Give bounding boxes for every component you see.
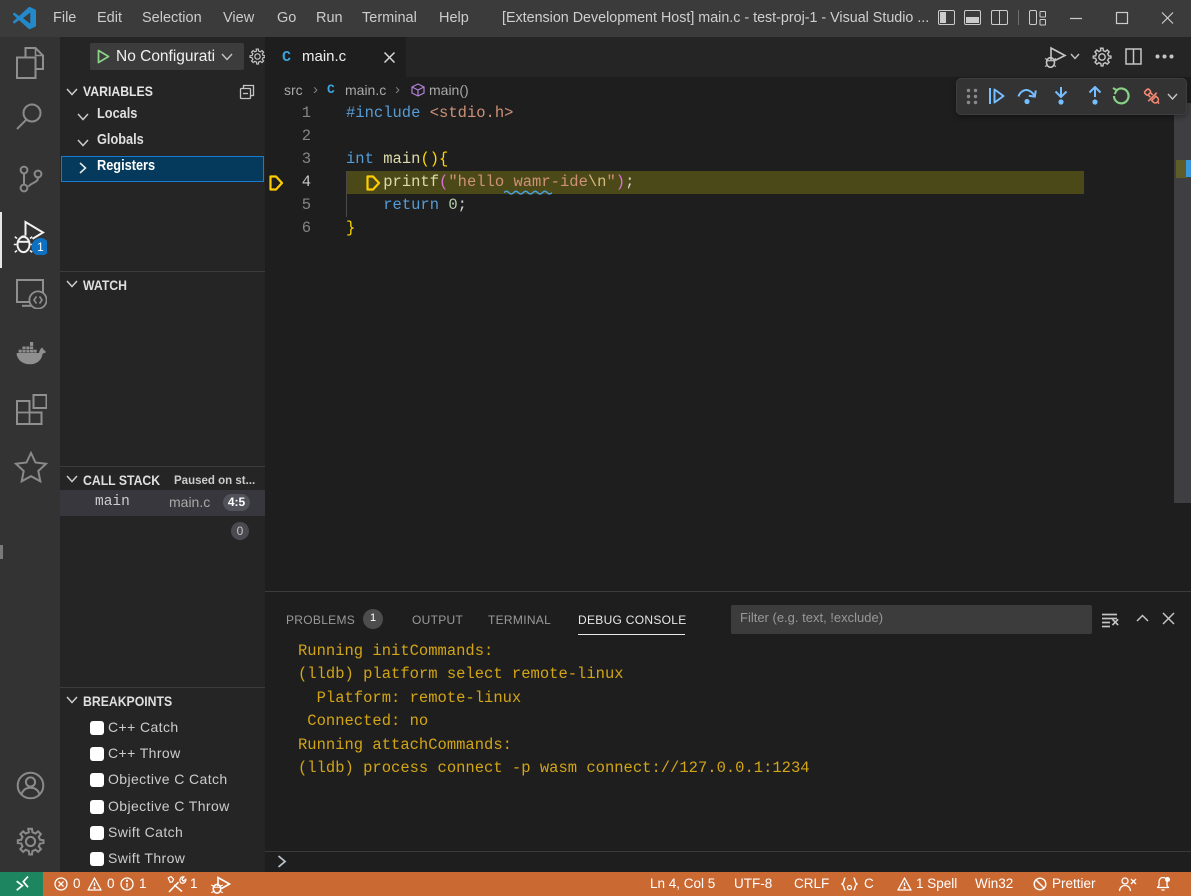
svg-text:1: 1 — [37, 242, 43, 254]
